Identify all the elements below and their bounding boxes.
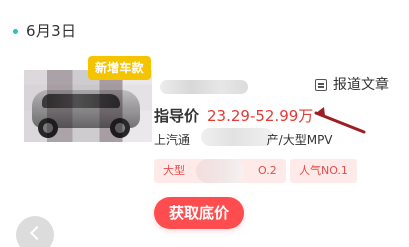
news-feed-card: 6月3日 新增车款 报道文章 指导价 23.29-52.99万 上汽通 产/大型… (0, 0, 409, 247)
brand-prefix: 上汽通 (154, 133, 191, 147)
back-button[interactable] (16, 216, 54, 247)
price-row: 指导价 23.29-52.99万 (154, 105, 313, 126)
image-mosaic (24, 70, 152, 142)
tag-item-left: 大型 (163, 164, 185, 177)
tag-item-label: 人气NO.1 (299, 164, 348, 177)
get-price-button[interactable]: 获取底价 (154, 197, 244, 229)
date-dot (13, 28, 18, 34)
brand-suffix: 产/大型MPV (266, 133, 333, 147)
report-link[interactable]: 报道文章 (315, 76, 389, 94)
tag-item[interactable]: 大型 O.2 (154, 159, 286, 183)
brand-line: 上汽通 产/大型MPV (154, 128, 333, 148)
tag-list: 大型 O.2 人气NO.1 (154, 159, 374, 183)
tag-item[interactable]: 人气NO.1 (290, 159, 357, 183)
document-icon (315, 79, 327, 91)
tag-item-right: O.2 (258, 164, 277, 177)
date-row: 6月3日 (13, 22, 76, 40)
price-value: 23.29-52.99万 (207, 107, 314, 125)
chevron-left-icon (29, 225, 45, 241)
price-label: 指导价 (154, 107, 200, 125)
car-image[interactable] (24, 70, 152, 142)
tag-masked-part (196, 159, 244, 183)
brand-masked-part (201, 128, 273, 146)
date-text: 6月3日 (26, 22, 77, 40)
new-model-badge: 新增车款 (88, 56, 151, 80)
report-link-label: 报道文章 (333, 77, 389, 93)
model-name-masked (160, 80, 248, 94)
